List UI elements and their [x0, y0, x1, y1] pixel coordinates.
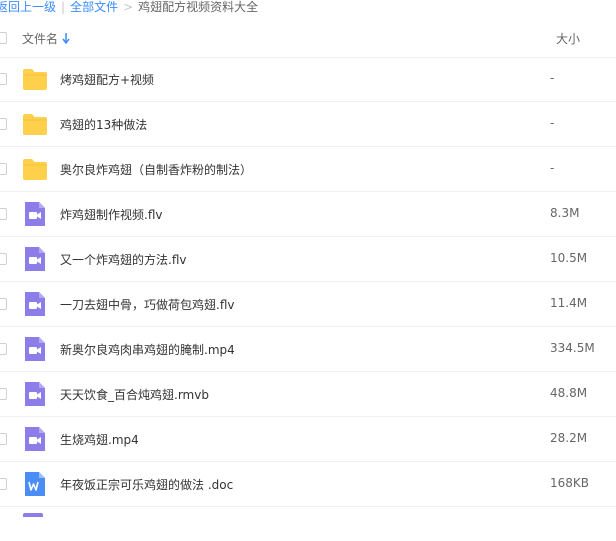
file-name[interactable]: 鸡翅的13种做法	[60, 116, 147, 133]
file-row[interactable]: 炸鸡翅制作视频.flv 8.3M	[0, 192, 616, 237]
file-name[interactable]: 年夜饭正宗可乐鸡翅的做法 .doc	[60, 476, 233, 493]
file-row[interactable]: 年夜饭正宗可乐鸡翅的做法 .doc 168KB	[0, 462, 616, 507]
video-file-icon	[22, 426, 48, 452]
partial-file-row	[0, 507, 616, 517]
name-column-header[interactable]: 文件名	[22, 30, 70, 47]
folder-icon	[22, 156, 48, 182]
row-checkbox[interactable]	[0, 118, 7, 130]
file-size: 10.5M	[550, 251, 588, 265]
select-all-checkbox[interactable]	[0, 32, 7, 44]
file-name[interactable]: 烤鸡翅配方+视频	[60, 71, 154, 88]
video-file-icon	[22, 291, 48, 317]
file-size: 48.8M	[550, 386, 588, 400]
file-name[interactable]: 新奥尔良鸡肉串鸡翅的腌制.mp4	[60, 341, 235, 358]
file-row[interactable]: 奥尔良炸鸡翅（自制香炸粉的制法） -	[0, 147, 616, 192]
file-size: 8.3M	[550, 206, 580, 220]
video-file-icon	[22, 381, 48, 407]
file-size: 168KB	[550, 476, 590, 490]
file-size: -	[550, 161, 555, 175]
file-name[interactable]: 天天饮食_百合炖鸡翅.rmvb	[60, 386, 209, 403]
row-checkbox[interactable]	[0, 163, 7, 175]
file-name[interactable]: 炸鸡翅制作视频.flv	[60, 206, 162, 223]
row-checkbox[interactable]	[0, 298, 7, 310]
file-size: 28.2M	[550, 431, 588, 445]
file-row[interactable]: 又一个炸鸡翅的方法.flv 10.5M	[0, 237, 616, 282]
size-column-header[interactable]: 大小	[556, 30, 580, 47]
file-row[interactable]: 一刀去翅中骨，巧做荷包鸡翅.flv 11.4M	[0, 282, 616, 327]
file-size: -	[550, 116, 555, 130]
file-browser: 返回上一级 | 全部文件 > 鸡翅配方视频资料大全 文件名 大小 烤鸡翅配方+视…	[0, 0, 616, 541]
file-name[interactable]: 又一个炸鸡翅的方法.flv	[60, 251, 186, 268]
file-size: -	[550, 71, 555, 85]
file-size: 11.4M	[550, 296, 588, 310]
breadcrumb: 返回上一级 | 全部文件 > 鸡翅配方视频资料大全	[0, 0, 258, 14]
file-name[interactable]: 奥尔良炸鸡翅（自制香炸粉的制法）	[60, 161, 252, 178]
word-doc-icon	[22, 471, 48, 497]
file-row[interactable]: 鸡翅的13种做法 -	[0, 102, 616, 147]
breadcrumb-arrow: >	[123, 0, 134, 14]
file-row[interactable]: 烤鸡翅配方+视频 -	[0, 57, 616, 102]
video-file-icon	[22, 201, 48, 227]
current-folder-title: 鸡翅配方视频资料大全	[138, 0, 259, 14]
file-name[interactable]: 一刀去翅中骨，巧做荷包鸡翅.flv	[60, 296, 234, 313]
back-link[interactable]: 返回上一级	[0, 0, 56, 14]
file-row[interactable]: 新奥尔良鸡肉串鸡翅的腌制.mp4 334.5M	[0, 327, 616, 372]
list-header: 文件名 大小	[0, 20, 616, 58]
name-column-label: 文件名	[22, 32, 59, 46]
video-file-icon	[23, 513, 43, 517]
folder-icon	[22, 66, 48, 92]
file-row[interactable]: 生烧鸡翅.mp4 28.2M	[0, 417, 616, 462]
row-checkbox[interactable]	[0, 433, 7, 445]
file-name[interactable]: 生烧鸡翅.mp4	[60, 431, 139, 448]
row-checkbox[interactable]	[0, 343, 7, 355]
row-checkbox[interactable]	[0, 388, 7, 400]
row-checkbox[interactable]	[0, 253, 7, 265]
file-list: 烤鸡翅配方+视频 - 鸡翅的13种做法 - 奥尔良炸鸡翅（自制香炸粉的制法） - 炸鸡翅制作…	[0, 57, 616, 517]
row-checkbox[interactable]	[0, 478, 7, 490]
breadcrumb-separator: |	[61, 0, 66, 14]
all-files-link[interactable]: 全部文件	[70, 0, 118, 14]
file-size: 334.5M	[550, 341, 595, 355]
video-file-icon	[22, 336, 48, 362]
file-row[interactable]: 天天饮食_百合炖鸡翅.rmvb 48.8M	[0, 372, 616, 417]
row-checkbox[interactable]	[0, 208, 7, 220]
folder-icon	[22, 111, 48, 137]
sort-down-arrow-icon	[62, 33, 70, 44]
video-file-icon	[22, 246, 48, 272]
row-checkbox[interactable]	[0, 73, 7, 85]
